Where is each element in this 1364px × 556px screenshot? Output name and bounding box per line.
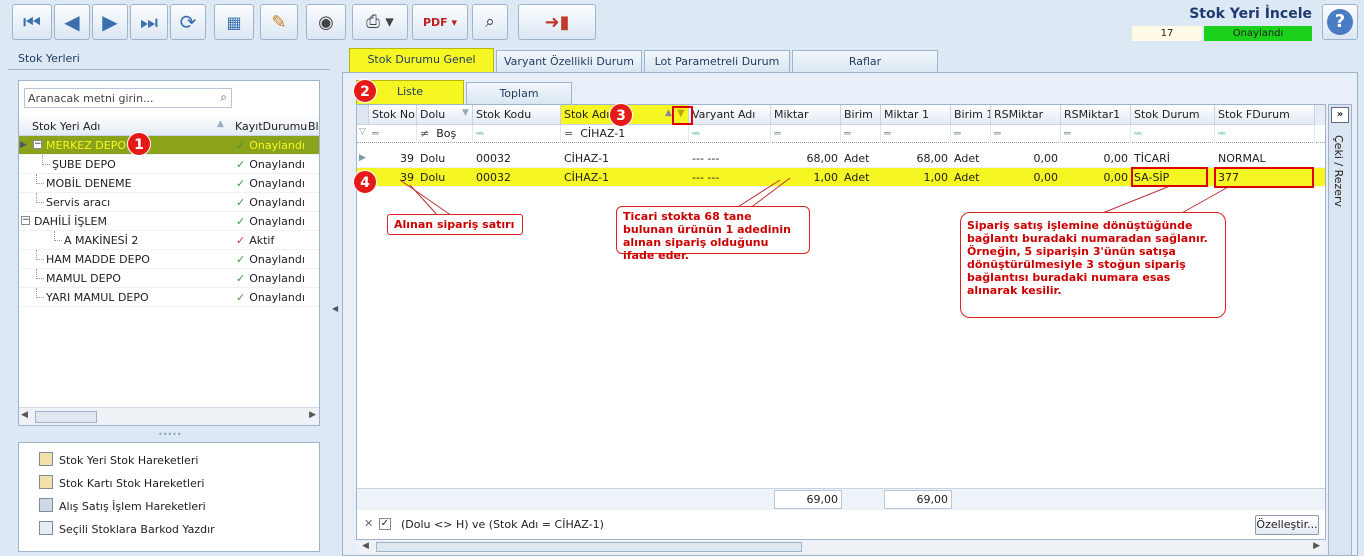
badge-3: 3 xyxy=(609,103,633,127)
badge-2: 2 xyxy=(353,79,377,103)
callout-ticari-stok: Ticari stokta 68 tane bulunan ürünün 1 a… xyxy=(616,206,810,262)
badge-1: 1 xyxy=(127,132,151,156)
callout-alinan-siparis: Alınan sipariş satırı xyxy=(387,214,523,235)
badge-4: 4 xyxy=(353,170,377,194)
callout-siparis-baglanti: Sipariş satış işlemine dönüştüğünde bağl… xyxy=(960,212,1226,318)
